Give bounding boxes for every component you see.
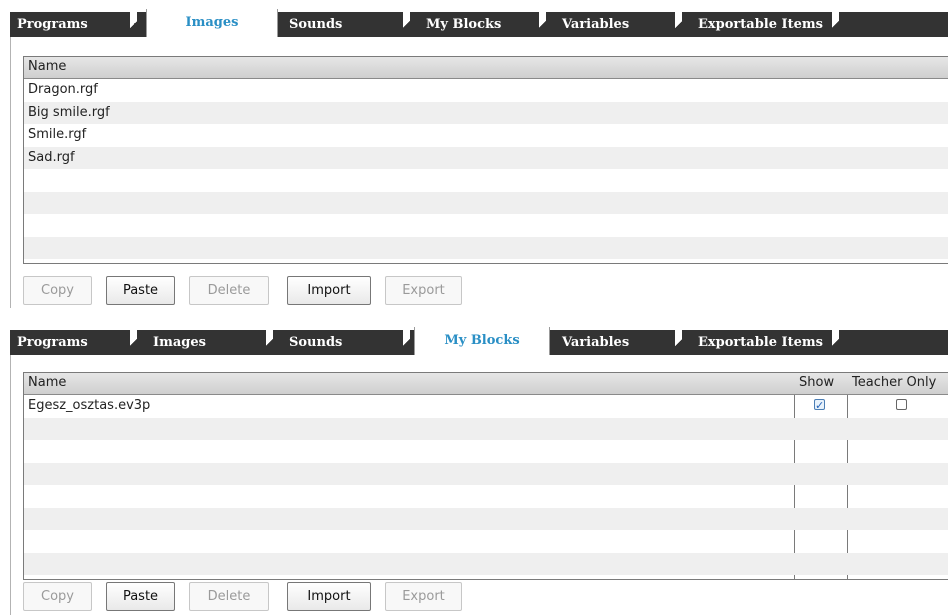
empty-row — [24, 462, 948, 485]
import-button[interactable]: Import — [287, 582, 371, 611]
table-row[interactable]: Big smile.rgf — [24, 101, 948, 124]
table-header: Name — [24, 57, 948, 79]
empty-row — [24, 440, 948, 463]
empty-row — [24, 214, 948, 237]
export-button[interactable]: Export — [385, 582, 462, 611]
empty-row — [24, 507, 948, 530]
export-button[interactable]: Export — [385, 276, 462, 305]
tab-programs[interactable]: Programs — [10, 12, 137, 37]
tab-programs[interactable]: Programs — [10, 330, 137, 355]
empty-row — [24, 236, 948, 259]
tab-variables[interactable]: Variables — [555, 12, 682, 37]
tab-images[interactable]: Images — [146, 330, 273, 355]
tab-my-blocks[interactable]: My Blocks — [419, 12, 546, 37]
teacher-only-checkbox[interactable] — [896, 399, 907, 410]
tab-images[interactable]: Images — [146, 9, 278, 39]
tab-bar: Programs Images Sounds My Blocks Variabl… — [0, 0, 948, 39]
delete-button[interactable]: Delete — [189, 276, 269, 305]
tab-variables[interactable]: Variables — [555, 330, 682, 355]
tab-content: Name Dragon.rgf Big smile.rgf Smile.rgf … — [10, 37, 948, 308]
tab-exportable-items[interactable]: Exportable Items — [691, 12, 839, 37]
show-checkbox[interactable] — [814, 395, 825, 417]
tab-my-blocks[interactable]: My Blocks — [414, 327, 550, 357]
import-button[interactable]: Import — [287, 276, 371, 305]
table-row[interactable]: Smile.rgf — [24, 124, 948, 147]
tab-sounds[interactable]: Sounds — [282, 12, 410, 37]
table-row[interactable]: Sad.rgf — [24, 146, 948, 169]
empty-row — [24, 485, 948, 508]
empty-row — [24, 191, 948, 214]
column-header-teacher-only[interactable]: Teacher Only — [852, 375, 936, 390]
project-properties-panel-my-blocks: Programs Images Sounds My Blocks Variabl… — [0, 318, 948, 615]
tab-sounds[interactable]: Sounds — [282, 330, 410, 355]
images-table[interactable]: Name Dragon.rgf Big smile.rgf Smile.rgf … — [23, 56, 948, 264]
tab-exportable-items[interactable]: Exportable Items — [691, 330, 839, 355]
column-header-name[interactable]: Name — [28, 375, 66, 390]
empty-row — [24, 530, 948, 553]
project-properties-panel-images: Programs Images Sounds My Blocks Variabl… — [0, 0, 948, 308]
empty-row — [24, 417, 948, 440]
tab-bar: Programs Images Sounds My Blocks Variabl… — [0, 318, 948, 357]
column-header-name[interactable]: Name — [28, 59, 66, 74]
copy-button[interactable]: Copy — [23, 582, 92, 611]
my-blocks-table[interactable]: Name Show Teacher Only Egesz_osztas.ev3p — [23, 372, 948, 580]
copy-button[interactable]: Copy — [23, 276, 92, 305]
column-header-show[interactable]: Show — [799, 375, 834, 390]
paste-button[interactable]: Paste — [106, 276, 175, 305]
delete-button[interactable]: Delete — [189, 582, 269, 611]
empty-row — [24, 169, 948, 192]
tab-content: Name Show Teacher Only Egesz_osztas.ev3p… — [10, 355, 948, 615]
table-row[interactable]: Egesz_osztas.ev3p — [24, 395, 948, 418]
table-header: Name Show Teacher Only — [24, 373, 948, 395]
empty-row — [24, 552, 948, 575]
table-row[interactable]: Dragon.rgf — [24, 79, 948, 102]
paste-button[interactable]: Paste — [106, 582, 175, 611]
